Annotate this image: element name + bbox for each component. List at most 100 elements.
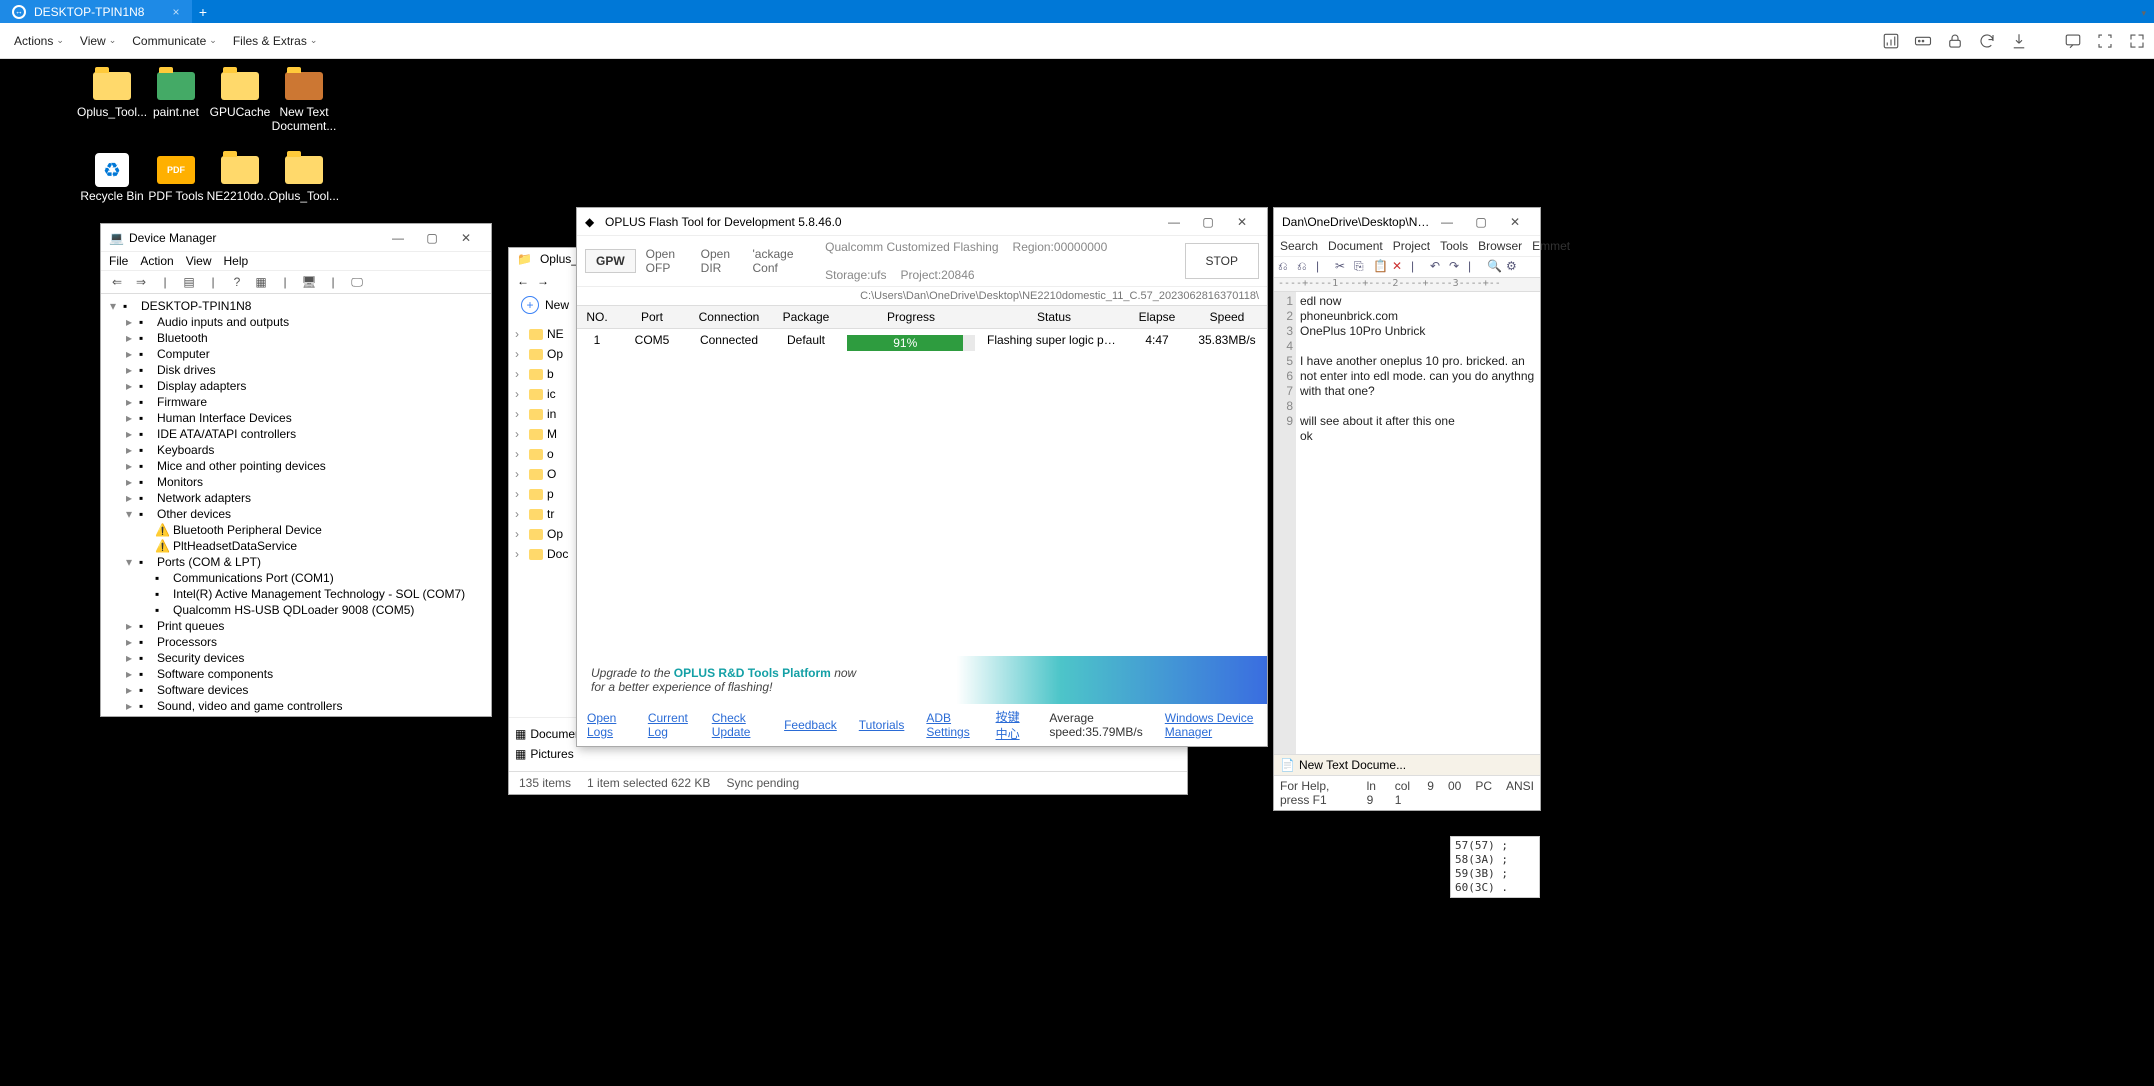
device-node[interactable]: ▸▪Human Interface Devices bbox=[107, 410, 485, 426]
devmgr-titlebar[interactable]: 💻 Device Manager — ▢ ✕ bbox=[101, 224, 491, 252]
menu-communicate[interactable]: Communicate⌄ bbox=[126, 30, 223, 52]
lock-icon[interactable] bbox=[1946, 32, 1964, 50]
dashboard-icon[interactable] bbox=[1882, 32, 1900, 50]
gpw-button[interactable]: GPW bbox=[585, 249, 636, 273]
sidebar-folder[interactable]: ›Doc bbox=[513, 544, 585, 564]
sidebar-folder[interactable]: ›b bbox=[513, 364, 585, 384]
toolbar-icon[interactable]: ⎌ bbox=[1278, 259, 1294, 275]
close-button[interactable]: ✕ bbox=[449, 231, 483, 245]
device-node[interactable]: ▸▪Audio inputs and outputs bbox=[107, 314, 485, 330]
column-header[interactable]: Speed bbox=[1187, 306, 1267, 328]
scan-icon[interactable] bbox=[2096, 32, 2114, 50]
new-button[interactable]: New bbox=[545, 298, 569, 312]
code-content[interactable]: edl nowphoneunbrick.comOnePlus 10Pro Unb… bbox=[1296, 292, 1540, 754]
column-header[interactable]: Connection bbox=[687, 306, 771, 328]
sidebar-folder[interactable]: ›ic bbox=[513, 384, 585, 404]
device-node[interactable]: ▾▪Other devices bbox=[107, 506, 485, 522]
package-config-button[interactable]: 'ackage Conf bbox=[753, 247, 808, 275]
device-node[interactable]: ▸▪Monitors bbox=[107, 474, 485, 490]
sidebar-pictures[interactable]: ▦Pictures bbox=[513, 744, 635, 764]
open-dir-button[interactable]: Open DIR bbox=[701, 247, 743, 275]
paste-icon[interactable]: 📋 bbox=[1373, 259, 1389, 275]
scan-icon[interactable]: 🖥 bbox=[299, 273, 319, 291]
device-node[interactable]: ▸▪Print queues bbox=[107, 618, 485, 634]
new-tab-button[interactable]: + bbox=[192, 4, 215, 20]
close-button[interactable]: ✕ bbox=[1225, 215, 1259, 229]
redo-icon[interactable]: ↷ bbox=[1449, 259, 1465, 275]
teamviewer-tab[interactable]: ↔ DESKTOP-TPIN1N8 × bbox=[0, 0, 192, 23]
fullscreen-icon[interactable] bbox=[2128, 32, 2146, 50]
forward-icon[interactable]: → bbox=[537, 274, 549, 288]
menu-tools[interactable]: Tools bbox=[1440, 239, 1468, 253]
oplus-flash-window[interactable]: ◆ OPLUS Flash Tool for Development 5.8.4… bbox=[576, 207, 1268, 747]
menu-browser[interactable]: Browser bbox=[1478, 239, 1522, 253]
sidebar-folder[interactable]: ›NE bbox=[513, 324, 585, 344]
copy-icon[interactable]: ⎘ bbox=[1354, 259, 1370, 275]
menu-emmet[interactable]: Emmet bbox=[1532, 239, 1570, 253]
desktop-icon[interactable]: paint.net bbox=[144, 69, 208, 153]
sidebar-folder[interactable]: ›p bbox=[513, 484, 585, 504]
upgrade-banner[interactable]: Upgrade to the OPLUS R&D Tools Platform … bbox=[577, 656, 1267, 704]
refresh-icon[interactable] bbox=[1978, 32, 1996, 50]
device-node[interactable]: ▸▪Display adapters bbox=[107, 378, 485, 394]
toolbar-icon[interactable]: ⎌ bbox=[1297, 259, 1313, 275]
undo-icon[interactable]: ↶ bbox=[1430, 259, 1446, 275]
new-button-icon[interactable]: + bbox=[521, 296, 539, 314]
oplus-titlebar[interactable]: ◆ OPLUS Flash Tool for Development 5.8.4… bbox=[577, 208, 1267, 236]
sidebar-folder[interactable]: ›Op bbox=[513, 524, 585, 544]
sidebar-folder[interactable]: ›Op bbox=[513, 344, 585, 364]
device-node[interactable]: ⚠️PltHeadsetDataService bbox=[107, 538, 485, 554]
search-icon[interactable]: 🔍 bbox=[1487, 259, 1503, 275]
grid-icon[interactable]: ▦ bbox=[251, 273, 271, 291]
link-tutorials[interactable]: Tutorials bbox=[859, 718, 905, 732]
device-node[interactable]: ▪Communications Port (COM1) bbox=[107, 570, 485, 586]
minimize-button[interactable]: — bbox=[1430, 215, 1464, 229]
device-node[interactable]: ▪Qualcomm HS-USB QDLoader 9008 (COM5) bbox=[107, 602, 485, 618]
menu-document[interactable]: Document bbox=[1328, 239, 1383, 253]
device-node[interactable]: ▸▪Software components bbox=[107, 666, 485, 682]
link-windows-device-manager[interactable]: Windows Device Manager bbox=[1165, 711, 1257, 739]
desktop-icon[interactable]: Oplus_Tool... bbox=[80, 69, 144, 153]
maximize-button[interactable]: ▢ bbox=[1464, 215, 1498, 229]
desktop-icon[interactable]: New Text Document... bbox=[272, 69, 336, 153]
help-icon[interactable]: ? bbox=[227, 273, 247, 291]
link-check-update[interactable]: Check Update bbox=[712, 711, 762, 739]
window-chevron-icon[interactable]: ▾ bbox=[2141, 5, 2154, 19]
device-node[interactable]: ▸▪Firmware bbox=[107, 394, 485, 410]
cut-icon[interactable]: ✂ bbox=[1335, 259, 1351, 275]
menu-search[interactable]: Search bbox=[1280, 239, 1318, 253]
close-tab-icon[interactable]: × bbox=[172, 5, 179, 19]
back-icon[interactable]: ⇐ bbox=[107, 273, 127, 291]
notepadpp-window[interactable]: Dan\OneDrive\Desktop\New Text D... — ▢ ✕… bbox=[1273, 207, 1541, 811]
menu-actions[interactable]: Actions⌄ bbox=[8, 30, 70, 52]
device-node[interactable]: ▸▪Processors bbox=[107, 634, 485, 650]
menu-file[interactable]: File bbox=[109, 254, 128, 268]
device-node[interactable]: ▪Intel(R) Active Management Technology -… bbox=[107, 586, 485, 602]
stop-button[interactable]: STOP bbox=[1185, 243, 1259, 279]
column-header[interactable]: NO. bbox=[577, 306, 617, 328]
device-node[interactable]: ▸▪Keyboards bbox=[107, 442, 485, 458]
toolbar-icon[interactable]: ⚙ bbox=[1506, 259, 1522, 275]
device-node[interactable]: ▾▪Ports (COM & LPT) bbox=[107, 554, 485, 570]
device-node[interactable]: ▸▪Sound, video and game controllers bbox=[107, 698, 485, 714]
maximize-button[interactable]: ▢ bbox=[1191, 215, 1225, 229]
minimize-button[interactable]: — bbox=[1157, 215, 1191, 229]
download-icon[interactable] bbox=[2010, 32, 2028, 50]
maximize-button[interactable]: ▢ bbox=[415, 231, 449, 245]
remote-input-icon[interactable] bbox=[1914, 32, 1932, 50]
npp-titlebar[interactable]: Dan\OneDrive\Desktop\New Text D... — ▢ ✕ bbox=[1274, 208, 1540, 236]
device-manager-window[interactable]: 💻 Device Manager — ▢ ✕ File Action View … bbox=[100, 223, 492, 717]
back-icon[interactable]: ← bbox=[517, 274, 529, 288]
sidebar-folder[interactable]: ›o bbox=[513, 444, 585, 464]
forward-icon[interactable]: ⇒ bbox=[131, 273, 151, 291]
sidebar-folder[interactable]: ›O bbox=[513, 464, 585, 484]
device-node[interactable]: ▸▪IDE ATA/ATAPI controllers bbox=[107, 426, 485, 442]
desktop-icon[interactable]: GPUCache bbox=[208, 69, 272, 153]
device-node[interactable]: ⚠️Bluetooth Peripheral Device bbox=[107, 522, 485, 538]
sidebar-folder[interactable]: ›tr bbox=[513, 504, 585, 524]
column-header[interactable]: Status bbox=[981, 306, 1127, 328]
feedback-icon[interactable] bbox=[2064, 32, 2082, 50]
menu-help[interactable]: Help bbox=[224, 254, 249, 268]
close-button[interactable]: ✕ bbox=[1498, 215, 1532, 229]
column-header[interactable]: Package bbox=[771, 306, 841, 328]
